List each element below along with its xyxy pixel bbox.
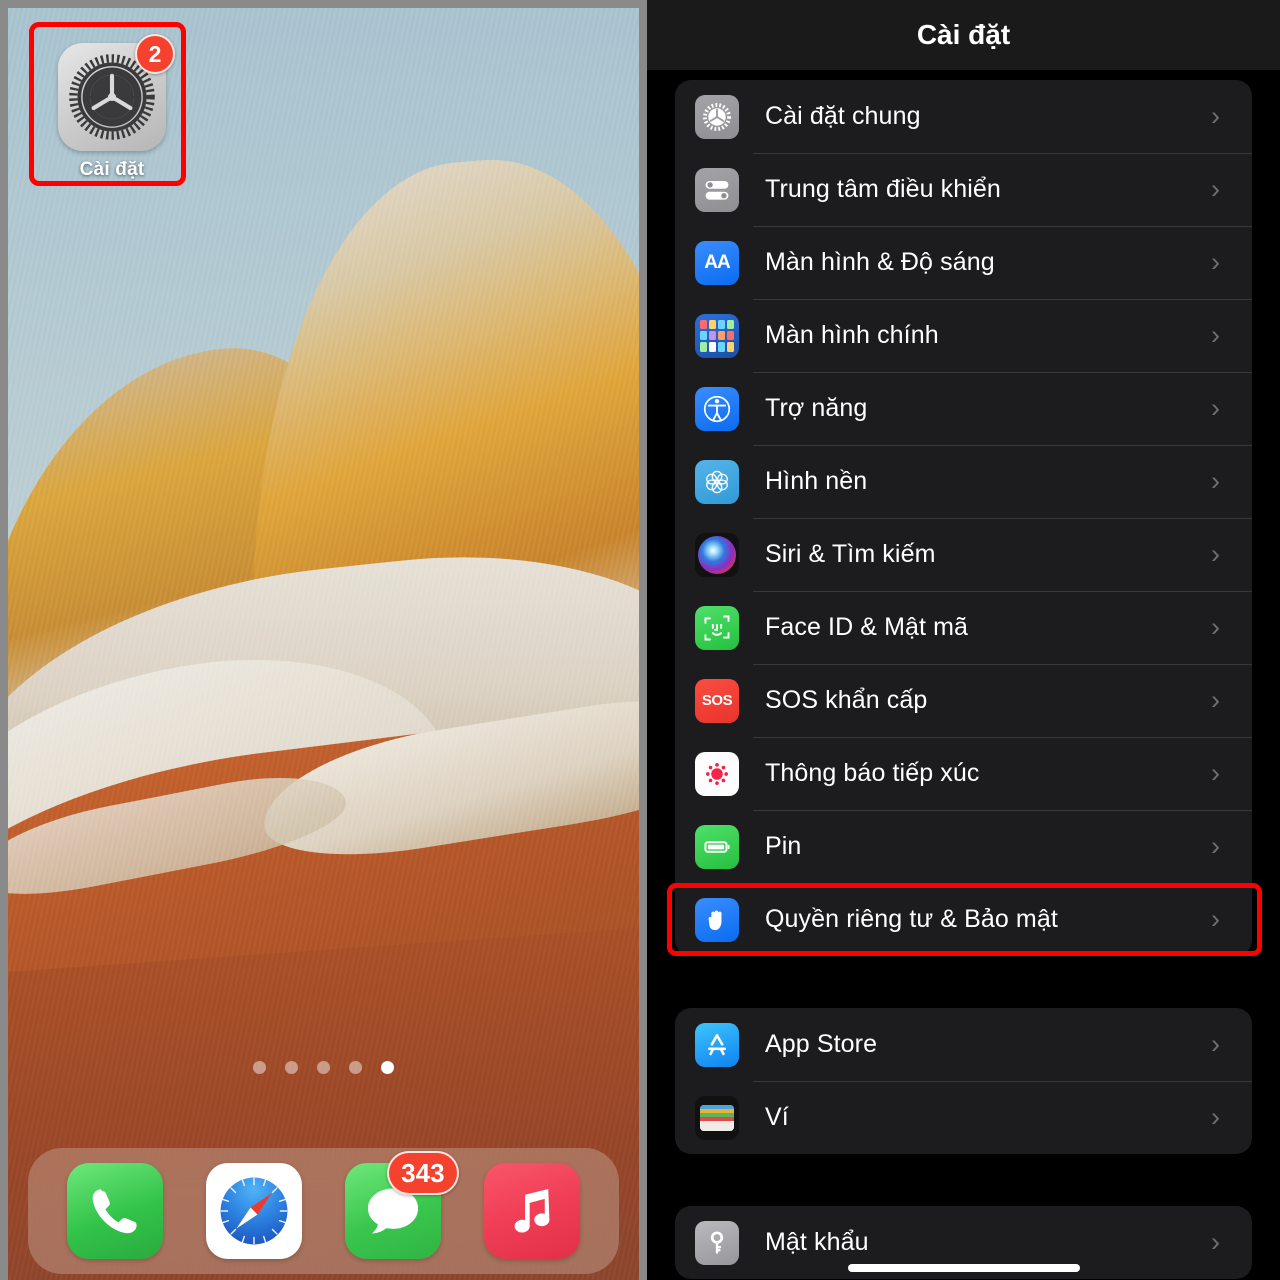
row-label: Quyền riêng tư & Bảo mật <box>765 905 1058 933</box>
page-dot-3[interactable] <box>317 1061 330 1074</box>
chevron-right-icon: › <box>1211 174 1220 204</box>
row-accessibility[interactable]: Trợ năng › <box>675 372 1252 445</box>
chevron-right-icon: › <box>1211 101 1220 131</box>
flower-icon <box>695 459 739 504</box>
row-label: SOS khẩn cấp <box>765 686 928 714</box>
face-id-icon <box>695 605 739 650</box>
row-exposure-notifications[interactable]: Thông báo tiếp xúc › <box>675 737 1252 810</box>
row-label: Hình nền <box>765 467 868 495</box>
settings-app-tile[interactable]: 2 <box>58 34 175 151</box>
iphone-home-screen: 2 Cài đặt 343 <box>8 8 639 1280</box>
row-home-screen[interactable]: Màn hình chính › <box>675 299 1252 372</box>
row-label: Mật khẩu <box>765 1228 869 1256</box>
chevron-right-icon: › <box>1211 831 1220 861</box>
sos-label: SOS <box>701 692 733 709</box>
wallet-icon <box>695 1095 739 1140</box>
app-grid-cells <box>695 314 739 358</box>
exposure-notification-icon <box>695 751 739 796</box>
chevron-right-icon: › <box>1211 320 1220 350</box>
row-label: Thông báo tiếp xúc <box>765 759 980 787</box>
row-emergency-sos[interactable]: SOS SOS khẩn cấp › <box>675 664 1252 737</box>
page-dots[interactable] <box>8 1061 639 1074</box>
settings-badge: 2 <box>135 34 175 74</box>
row-display-brightness[interactable]: AA Màn hình & Độ sáng › <box>675 226 1252 299</box>
row-label: Cài đặt chung <box>765 102 921 130</box>
row-label: Pin <box>765 832 802 860</box>
dock: 343 <box>28 1148 619 1274</box>
hand-icon <box>695 897 739 942</box>
chevron-right-icon: › <box>1211 685 1220 715</box>
settings-app-panel: Cài đặt Cài đặt chung › Trung tâm điều k… <box>647 0 1280 1280</box>
battery-icon <box>695 824 739 869</box>
page-dot-5[interactable] <box>381 1061 394 1074</box>
sos-icon: SOS <box>695 678 739 723</box>
row-label: Màn hình & Độ sáng <box>765 248 995 276</box>
dock-app-music[interactable] <box>483 1163 580 1259</box>
app-grid-icon <box>695 313 739 358</box>
row-label: Trung tâm điều khiển <box>765 175 1001 203</box>
toggles-icon <box>695 167 739 212</box>
app-store-icon <box>695 1022 739 1067</box>
wallpaper-grain <box>8 8 639 1280</box>
siri-orb-sphere <box>698 535 736 574</box>
settings-group-store: App Store › Ví › <box>675 1008 1252 1154</box>
compass-icon <box>220 1177 288 1245</box>
chevron-right-icon: › <box>1211 1102 1220 1132</box>
chevron-right-icon: › <box>1211 758 1220 788</box>
gear-icon <box>695 94 739 139</box>
row-privacy-and-security[interactable]: Quyền riêng tư & Bảo mật › <box>675 883 1252 956</box>
row-wallpaper[interactable]: Hình nền › <box>675 445 1252 518</box>
page-dot-4[interactable] <box>349 1061 362 1074</box>
phone-icon <box>93 1189 137 1234</box>
chevron-right-icon: › <box>1211 904 1220 934</box>
chevron-right-icon: › <box>1211 247 1220 277</box>
messages-badge: 343 <box>386 1151 459 1195</box>
row-face-id-passcode[interactable]: Face ID & Mật mã › <box>675 591 1252 664</box>
row-app-store[interactable]: App Store › <box>675 1008 1252 1081</box>
aa-label: AA <box>704 251 730 273</box>
page-dot-2[interactable] <box>285 1061 298 1074</box>
frame-border-divider <box>639 0 647 1280</box>
accessibility-icon <box>695 386 739 431</box>
music-note-icon <box>514 1188 550 1233</box>
dock-app-safari[interactable] <box>206 1163 303 1259</box>
chevron-right-icon: › <box>1211 393 1220 423</box>
settings-app-label: Cài đặt <box>79 159 145 180</box>
wallet-cards <box>700 1104 734 1131</box>
row-wallet[interactable]: Ví › <box>675 1081 1252 1154</box>
row-label: Ví <box>765 1103 789 1131</box>
row-battery[interactable]: Pin › <box>675 810 1252 883</box>
row-label: App Store <box>765 1030 878 1058</box>
settings-group-main: Cài đặt chung › Trung tâm điều khiển › A… <box>675 80 1252 956</box>
row-label: Trợ năng <box>765 394 868 422</box>
page-title: Cài đặt <box>916 19 1011 50</box>
chevron-right-icon: › <box>1211 1029 1220 1059</box>
aa-text-icon: AA <box>695 240 739 285</box>
row-siri-search[interactable]: Siri & Tìm kiếm › <box>675 518 1252 591</box>
row-general[interactable]: Cài đặt chung › <box>675 80 1252 153</box>
settings-app-icon[interactable]: 2 Cài đặt <box>51 34 175 181</box>
chevron-right-icon: › <box>1211 1227 1220 1257</box>
frame-border-top <box>0 0 647 8</box>
desert-wallpaper <box>8 8 639 1280</box>
key-icon <box>695 1220 739 1265</box>
chevron-right-icon: › <box>1211 612 1220 642</box>
page-dot-1[interactable] <box>253 1061 266 1074</box>
chevron-right-icon: › <box>1211 539 1220 569</box>
screenshot-root: 2 Cài đặt 343 Cài đặt Cài đặt chung › Tr… <box>0 0 1280 1280</box>
dock-app-phone[interactable] <box>67 1163 164 1259</box>
row-control-center[interactable]: Trung tâm điều khiển › <box>675 153 1252 226</box>
frame-border-left <box>0 0 8 1280</box>
chevron-right-icon: › <box>1211 466 1220 496</box>
home-indicator[interactable] <box>847 1264 1080 1272</box>
navigation-bar: Cài đặt <box>647 0 1280 70</box>
dock-app-messages[interactable]: 343 <box>344 1151 459 1259</box>
row-label: Siri & Tìm kiếm <box>765 540 936 568</box>
siri-orb-icon <box>695 532 739 577</box>
row-label: Màn hình chính <box>765 321 939 349</box>
row-label: Face ID & Mật mã <box>765 613 969 641</box>
